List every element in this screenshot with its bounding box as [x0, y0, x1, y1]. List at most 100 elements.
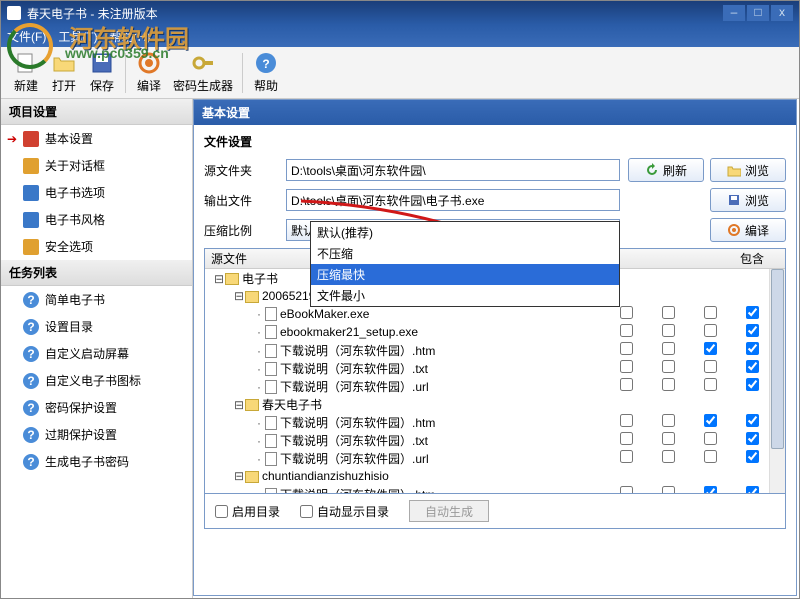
toolbar-save[interactable]: 保存	[83, 49, 121, 96]
row-checkbox[interactable]	[662, 306, 675, 319]
table-row[interactable]: ⊟春天电子书	[205, 395, 785, 413]
toolbar-help[interactable]: ?帮助	[247, 49, 285, 96]
folder-icon	[245, 471, 259, 483]
task-item-0[interactable]: ?简单电子书	[1, 286, 192, 313]
row-checkbox[interactable]	[704, 360, 717, 373]
row-checkbox[interactable]	[704, 324, 717, 337]
menu-help[interactable]: 帮助(H)	[110, 28, 151, 45]
toolbar-pwdgen[interactable]: 密码生成器	[168, 49, 238, 96]
folder-icon	[245, 399, 259, 411]
toolbar-compile[interactable]: 编译	[130, 49, 168, 96]
row-checkbox[interactable]	[662, 414, 675, 427]
table-row[interactable]: ·下载说明（河东软件园）.txt	[205, 359, 785, 377]
row-checkbox[interactable]	[746, 450, 759, 463]
row-checkbox[interactable]	[662, 324, 675, 337]
dropdown-option-2[interactable]: 压缩最快	[311, 264, 619, 285]
row-checkbox[interactable]	[704, 342, 717, 355]
task-item-6[interactable]: ?生成电子书密码	[1, 448, 192, 475]
source-folder-input[interactable]	[286, 159, 620, 181]
app-icon	[7, 6, 21, 20]
task-item-label: 密码保护设置	[45, 399, 117, 416]
task-item-2[interactable]: ?自定义启动屏幕	[1, 340, 192, 367]
dropdown-option-3[interactable]: 文件最小	[311, 285, 619, 306]
table-row[interactable]: ·下载说明（河东软件园）.url	[205, 449, 785, 467]
sidebar-item-0[interactable]: ➔基本设置	[1, 125, 192, 152]
expand-icon[interactable]: ⊟	[213, 272, 225, 286]
row-checkbox[interactable]	[704, 306, 717, 319]
task-item-1[interactable]: ?设置目录	[1, 313, 192, 340]
row-checkbox[interactable]	[662, 486, 675, 493]
task-item-5[interactable]: ?过期保护设置	[1, 421, 192, 448]
row-checkbox[interactable]	[746, 360, 759, 373]
grid-scrollbar[interactable]	[769, 269, 785, 493]
table-row[interactable]: ·下载说明（河东软件园）.htm	[205, 485, 785, 493]
row-checkbox[interactable]	[620, 324, 633, 337]
row-checkbox[interactable]	[704, 378, 717, 391]
table-row[interactable]: ·下载说明（河东软件园）.url	[205, 377, 785, 395]
browse-source-button[interactable]: 浏览	[710, 158, 786, 182]
minimize-button[interactable]: –	[723, 5, 745, 21]
auto-show-directory-checkbox[interactable]: 自动显示目录	[300, 503, 389, 520]
row-checkbox[interactable]	[704, 414, 717, 427]
file-icon	[265, 307, 277, 321]
row-checkbox[interactable]	[662, 378, 675, 391]
col-include[interactable]: 包含	[731, 250, 773, 267]
table-row[interactable]: ·ebookmaker21_setup.exe	[205, 323, 785, 341]
auto-generate-button[interactable]: 自动生成	[409, 500, 489, 522]
row-checkbox[interactable]	[704, 486, 717, 493]
row-checkbox[interactable]	[620, 414, 633, 427]
row-checkbox[interactable]	[662, 450, 675, 463]
table-row[interactable]: ·eBookMaker.exe	[205, 305, 785, 323]
main-panel: 基本设置 文件设置 源文件夹 刷新 浏览 输出文件 浏览 压缩比例 默认(推荐)…	[193, 99, 797, 596]
sidebar-item-3[interactable]: 电子书风格	[1, 206, 192, 233]
task-item-3[interactable]: ?自定义电子书图标	[1, 367, 192, 394]
row-checkbox[interactable]	[704, 450, 717, 463]
row-checkbox[interactable]	[662, 342, 675, 355]
row-checkbox[interactable]	[746, 342, 759, 355]
row-checkbox[interactable]	[746, 306, 759, 319]
main-header: 基本设置	[194, 100, 796, 125]
expand-icon[interactable]: ⊟	[233, 398, 245, 412]
task-list-header: 任务列表	[1, 260, 192, 286]
file-icon	[265, 344, 277, 358]
compression-dropdown-list[interactable]: 默认(推荐)不压缩压缩最快文件最小	[310, 221, 620, 307]
enable-directory-checkbox[interactable]: 启用目录	[215, 503, 280, 520]
dropdown-option-1[interactable]: 不压缩	[311, 243, 619, 264]
browse-output-button[interactable]: 浏览	[710, 188, 786, 212]
row-checkbox[interactable]	[620, 378, 633, 391]
sidebar-item-1[interactable]: 关于对话框	[1, 152, 192, 179]
row-checkbox[interactable]	[620, 450, 633, 463]
row-checkbox[interactable]	[620, 486, 633, 493]
table-row[interactable]: ·下载说明（河东软件园）.htm	[205, 341, 785, 359]
maximize-button[interactable]: □	[747, 5, 769, 21]
row-checkbox[interactable]	[746, 324, 759, 337]
compile-button[interactable]: 编译	[710, 218, 786, 242]
sidebar-item-4[interactable]: 安全选项	[1, 233, 192, 260]
table-row[interactable]: ·下载说明（河东软件园）.txt	[205, 431, 785, 449]
expand-icon[interactable]: ⊟	[233, 469, 245, 483]
expand-icon[interactable]: ⊟	[233, 289, 245, 303]
table-row[interactable]: ⊟chuntiandianzishuzhisio	[205, 467, 785, 485]
task-item-label: 自定义电子书图标	[45, 372, 141, 389]
menu-tools[interactable]: 工具(T)	[58, 28, 97, 45]
row-checkbox[interactable]	[746, 414, 759, 427]
table-row[interactable]: ·下载说明（河东软件园）.htm	[205, 413, 785, 431]
row-checkbox[interactable]	[746, 432, 759, 445]
row-checkbox[interactable]	[746, 378, 759, 391]
output-file-input[interactable]	[286, 189, 620, 211]
row-checkbox[interactable]	[704, 432, 717, 445]
row-checkbox[interactable]	[662, 360, 675, 373]
row-checkbox[interactable]	[620, 342, 633, 355]
sidebar-item-2[interactable]: 电子书选项	[1, 179, 192, 206]
row-checkbox[interactable]	[662, 432, 675, 445]
row-checkbox[interactable]	[620, 432, 633, 445]
refresh-button[interactable]: 刷新	[628, 158, 704, 182]
row-checkbox[interactable]	[620, 360, 633, 373]
compression-label: 压缩比例	[204, 222, 286, 239]
row-checkbox[interactable]	[746, 486, 759, 493]
row-checkbox[interactable]	[620, 306, 633, 319]
file-icon	[265, 380, 277, 394]
close-button[interactable]: x	[771, 5, 793, 21]
dropdown-option-0[interactable]: 默认(推荐)	[311, 222, 619, 243]
task-item-4[interactable]: ?密码保护设置	[1, 394, 192, 421]
